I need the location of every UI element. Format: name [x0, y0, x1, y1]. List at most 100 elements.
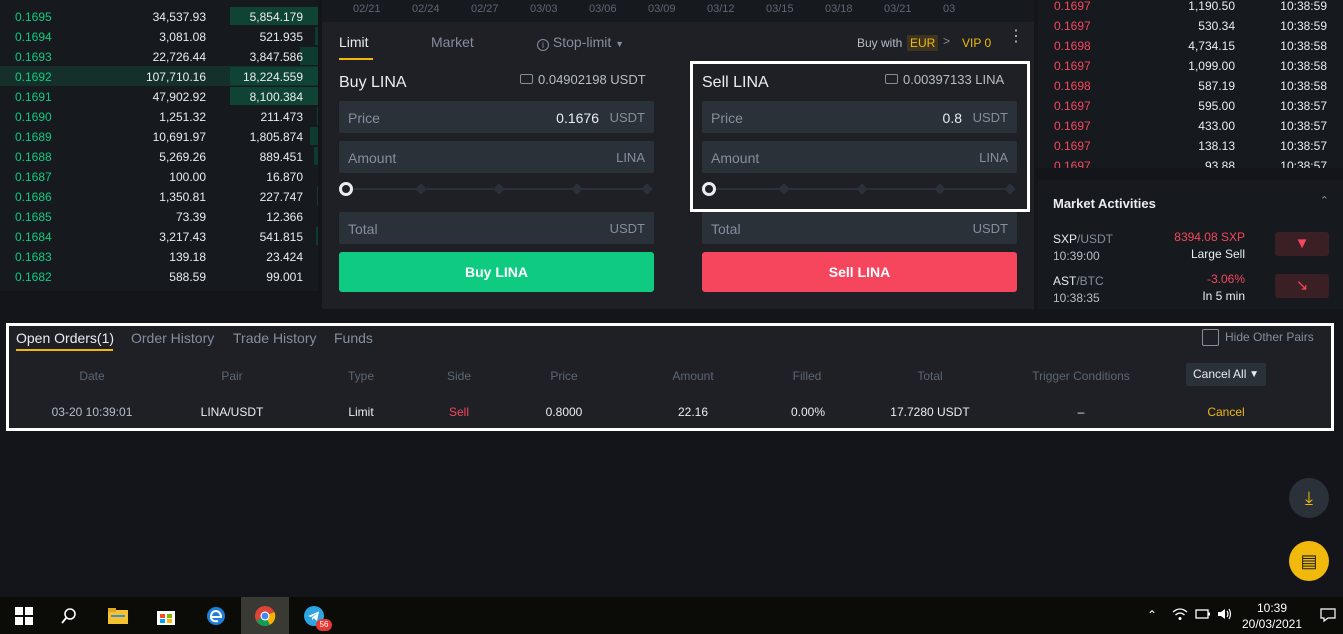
system-clock[interactable]: 10:39 20/03/2021 — [1239, 600, 1305, 632]
date-axis-tick: 03/18 — [825, 3, 853, 15]
buy-price-label: Price — [348, 110, 380, 126]
windows-start-icon[interactable] — [0, 597, 48, 634]
trade-row: 0.1698 587.19 10:38:58 — [1038, 75, 1343, 95]
telegram-icon[interactable]: 56 — [290, 597, 338, 634]
order-book-amount: 1,251.32 — [159, 110, 206, 124]
activity-quote: /BTC — [1076, 274, 1104, 288]
order-book-price: 0.1683 — [15, 250, 52, 264]
vip-level[interactable]: VIP 0 — [962, 36, 991, 50]
slider-step-25[interactable] — [415, 183, 427, 195]
trade-amount: 1,190.50 — [1188, 0, 1235, 13]
order-book-price: 0.1686 — [15, 190, 52, 204]
activity-time: 10:39:00 — [1053, 249, 1100, 263]
order-book-row[interactable]: 0.1688 5,269.26 889.451 — [0, 146, 318, 166]
depth-bar — [314, 147, 318, 165]
order-book-price: 0.1688 — [15, 150, 52, 164]
notifications-icon[interactable] — [1320, 607, 1336, 626]
activity-base: SXP — [1053, 232, 1078, 246]
slider-step-100[interactable] — [641, 183, 653, 195]
order-book-row[interactable]: 0.1687 100.00 16.870 — [0, 166, 318, 186]
buy-balance: 0.04902198 USDT — [520, 72, 646, 87]
date-axis-tick: 03/21 — [884, 3, 912, 15]
arrow-down-right-icon[interactable]: ↘ — [1275, 274, 1329, 298]
trade-amount: 138.13 — [1198, 139, 1235, 153]
trade-time: 10:38:58 — [1280, 39, 1327, 53]
date-axis-tick: 03/15 — [766, 3, 794, 15]
trade-amount: 595.00 — [1198, 99, 1235, 113]
search-icon[interactable] — [45, 597, 93, 634]
activity-value: 8394.08 SXP — [1174, 230, 1245, 244]
trend-down-icon[interactable]: ▼ — [1275, 232, 1329, 256]
buy-button[interactable]: Buy LINA — [339, 252, 654, 292]
activity-desc: Large Sell — [1190, 247, 1245, 261]
buy-amount-slider[interactable] — [339, 182, 654, 196]
order-book-row[interactable]: 0.1683 139.18 23.424 — [0, 246, 318, 266]
slider-knob[interactable] — [339, 182, 353, 196]
order-book-row[interactable]: 0.1686 1,350.81 227.747 — [0, 186, 318, 206]
depth-bar — [317, 107, 318, 125]
trade-row: 0.1697 595.00 10:38:57 — [1038, 95, 1343, 115]
trade-time: 10:38:58 — [1280, 79, 1327, 93]
battery-icon[interactable] — [1195, 607, 1211, 624]
order-book-row[interactable]: 0.1689 10,691.97 1,805.874 — [0, 126, 318, 146]
buy-total-field[interactable]: Total USDT — [339, 212, 654, 244]
order-book-row[interactable]: 0.1694 3,081.08 521.935 — [0, 26, 318, 46]
order-book-row[interactable]: 0.1692 107,710.16 18,224.559 — [0, 66, 318, 86]
order-book-total: 18,224.559 — [242, 70, 303, 84]
activity-quote: /USDT — [1077, 232, 1114, 246]
chat-icon[interactable]: ▤ — [1289, 541, 1329, 581]
order-book-total: 5,854.179 — [249, 10, 303, 24]
download-icon[interactable]: ⤓ — [1289, 478, 1329, 518]
depth-bar — [317, 187, 318, 205]
collapse-icon[interactable]: ⌃ — [1320, 194, 1329, 207]
trade-amount: 530.34 — [1198, 19, 1235, 33]
microsoft-store-icon[interactable] — [142, 597, 190, 634]
trade-row: 0.1697 138.13 10:38:57 — [1038, 135, 1343, 155]
order-book-row[interactable]: 0.1695 34,537.93 5,854.179 — [0, 6, 318, 26]
file-explorer-icon[interactable] — [94, 597, 142, 634]
buy-with-currency[interactable]: EUR — [907, 35, 939, 51]
tab-stop-limit[interactable]: i Stop-limit ▼ — [537, 34, 624, 51]
buy-amount-field[interactable]: Amount LINA — [339, 141, 654, 173]
order-book-row[interactable]: 0.1682 588.59 99.001 — [0, 266, 318, 286]
slider-step-75[interactable] — [571, 183, 583, 195]
order-book-row[interactable]: 0.1685 73.39 12.366 — [0, 206, 318, 226]
buy-form-title: Buy LINA — [339, 74, 407, 91]
trade-time: 10:38:58 — [1280, 59, 1327, 73]
order-book-price: 0.1687 — [15, 170, 52, 184]
date-axis-tick: 02/21 — [353, 3, 381, 15]
buy-total-unit: USDT — [609, 221, 645, 236]
sell-button[interactable]: Sell LINA — [702, 252, 1017, 292]
tab-market[interactable]: Market — [431, 34, 474, 50]
order-book-total: 16.870 — [266, 170, 303, 184]
tab-limit[interactable]: Limit — [339, 34, 369, 50]
buy-price-value[interactable]: 0.1676 — [556, 110, 599, 126]
edge-browser-icon[interactable] — [192, 597, 240, 634]
sell-total-field[interactable]: Total USDT — [702, 212, 1017, 244]
order-book-amount: 139.18 — [169, 250, 206, 264]
wifi-icon[interactable] — [1172, 607, 1188, 624]
trade-time: 10:38:57 — [1280, 119, 1327, 133]
order-book-amount: 3,081.08 — [159, 30, 206, 44]
activity-item[interactable]: AST/BTC 10:38:35 -3.06% In 5 min ↘ — [1038, 272, 1343, 312]
buy-price-field[interactable]: Price 0.1676 USDT — [339, 101, 654, 133]
sell-total-unit: USDT — [972, 221, 1008, 236]
slider-step-50[interactable] — [493, 183, 505, 195]
order-book-amount: 22,726.44 — [152, 50, 206, 64]
order-book-row[interactable]: 0.1684 3,217.43 541.815 — [0, 226, 318, 246]
order-book-total: 541.815 — [259, 230, 303, 244]
more-options-icon[interactable]: ⋮ — [1008, 29, 1024, 45]
order-book-row[interactable]: 0.1691 47,902.92 8,100.384 — [0, 86, 318, 106]
date-axis-tick: 02/24 — [412, 3, 440, 15]
clock-date: 20/03/2021 — [1241, 617, 1303, 631]
order-book-row[interactable]: 0.1690 1,251.32 211.473 — [0, 106, 318, 126]
volume-icon[interactable] — [1217, 607, 1233, 624]
trade-amount: 587.19 — [1198, 79, 1235, 93]
order-book-price: 0.1694 — [15, 30, 52, 44]
trade-row: 0.1697 530.34 10:38:59 — [1038, 15, 1343, 35]
chrome-icon[interactable] — [241, 597, 289, 634]
order-book-row[interactable]: 0.1693 22,726.44 3,847.586 — [0, 46, 318, 66]
trade-price: 0.1697 — [1054, 159, 1091, 168]
chevron-up-icon[interactable]: ⌃ — [1147, 608, 1157, 622]
activity-item[interactable]: SXP/USDT 10:39:00 8394.08 SXP Large Sell ▼ — [1038, 230, 1343, 270]
